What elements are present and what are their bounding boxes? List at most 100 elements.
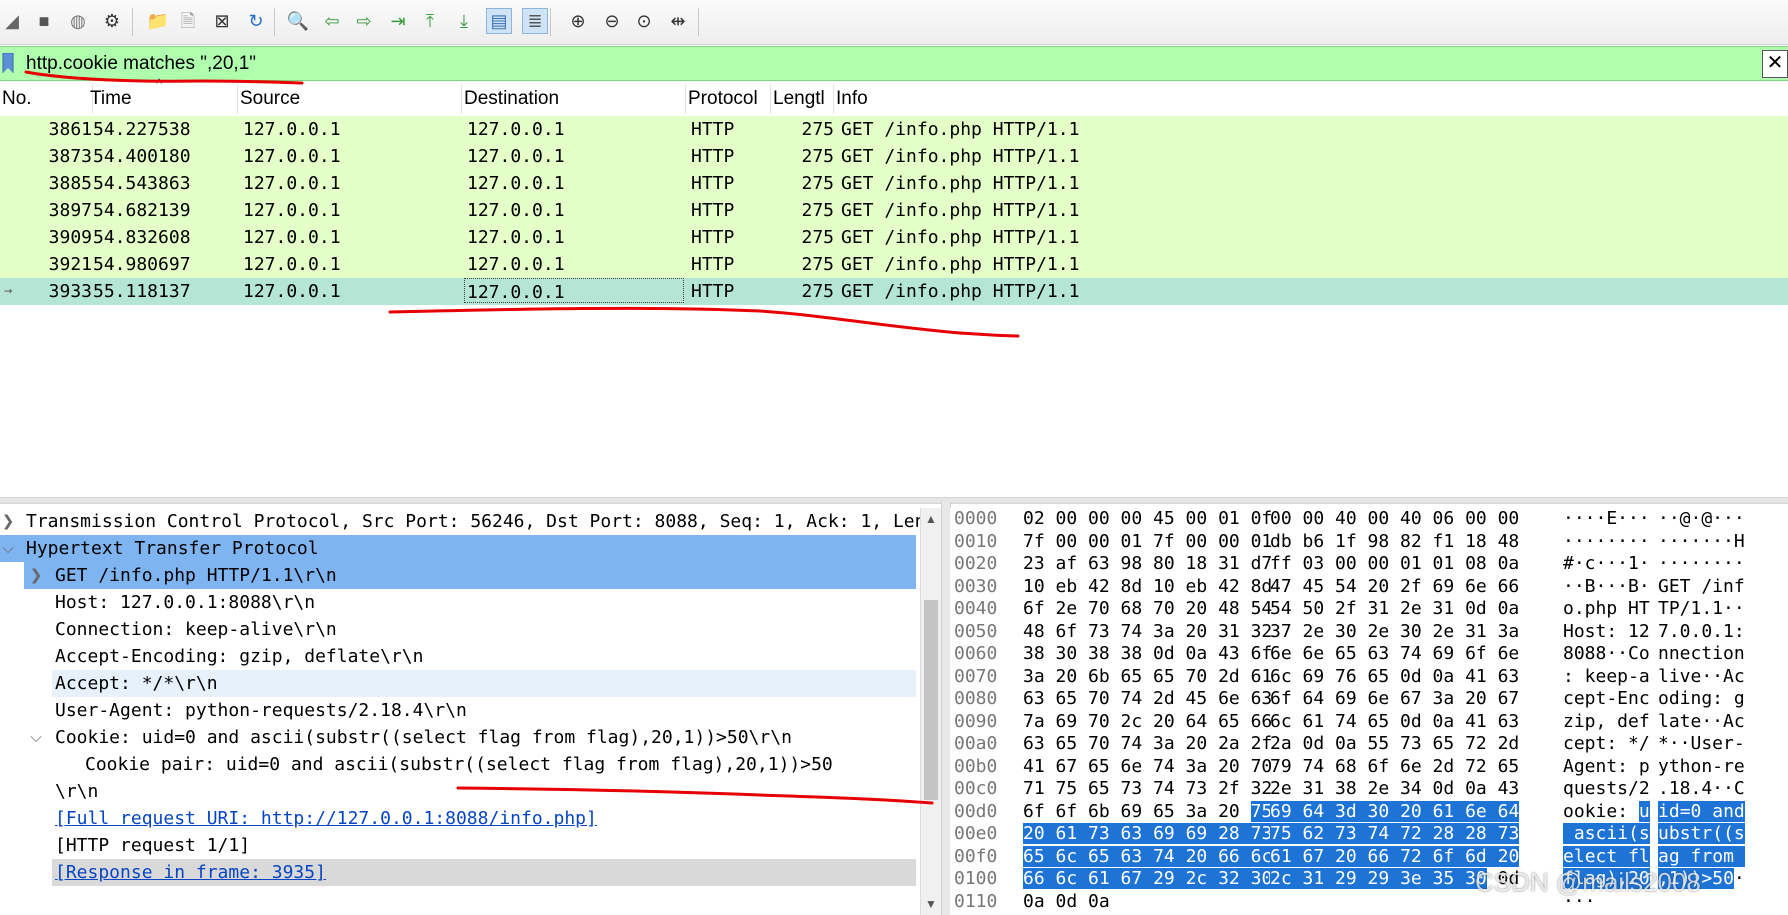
ascii-bytes[interactable]: .18.4··C xyxy=(1658,778,1745,801)
hex-dump-row[interactable]: 00a0 63 65 70 74 3a 20 2a 2f 2a 0d 0a 55 7… xyxy=(950,733,1788,756)
ascii-bytes[interactable]: live··Ac xyxy=(1658,666,1745,689)
ascii-bytes[interactable]: late··Ac xyxy=(1658,711,1745,734)
packet-row[interactable]: 3873 54.400180 127.0.0.1 127.0.0.1 HTTP 275 GE… xyxy=(0,143,1788,170)
open-folder-icon[interactable]: 📁 xyxy=(146,9,170,33)
tree-item-tcp[interactable]: Transmission Control Protocol, Src Port:… xyxy=(26,508,925,535)
forward-arrow-icon[interactable]: ⇨ xyxy=(352,9,376,33)
ascii-bytes[interactable]: *··User- xyxy=(1658,733,1745,756)
column-header-protocol[interactable]: Protocol xyxy=(686,84,771,114)
hex-dump-row[interactable]: 0030 10 eb 42 8d 10 eb 42 8d 47 45 54 20 2… xyxy=(950,576,1788,599)
hex-bytes[interactable]: db b6 1f 98 82 f1 18 48 xyxy=(1270,531,1519,554)
hex-bytes[interactable]: 63 65 70 74 3a 20 2a 2f xyxy=(1023,733,1272,756)
ascii-bytes[interactable]: ubstr((s xyxy=(1658,823,1745,846)
colorize-icon[interactable]: ≣ xyxy=(522,8,548,34)
ascii-bytes[interactable]: ookie: u xyxy=(1563,800,1650,824)
packet-row[interactable]: 3897 54.682139 127.0.0.1 127.0.0.1 HTTP 275 GE… xyxy=(0,197,1788,224)
ascii-bytes[interactable]: Agent: p xyxy=(1563,756,1650,779)
hex-dump-row[interactable]: 00b0 41 67 65 6e 74 3a 20 70 79 74 68 6f 6… xyxy=(950,756,1788,779)
tree-item-request-number[interactable]: [HTTP request 1/1] xyxy=(55,832,250,859)
ascii-bytes[interactable]: ·······H xyxy=(1658,531,1745,554)
hex-dump-row[interactable]: 00f0 65 6c 65 63 74 20 66 6c 61 67 20 66 7… xyxy=(950,845,1788,869)
stop-icon[interactable]: ■ xyxy=(32,9,56,33)
ascii-bytes[interactable]: cept: */ xyxy=(1563,733,1650,756)
column-header-length[interactable]: Lengtl xyxy=(771,84,834,114)
hex-dump-row[interactable]: 0060 38 30 38 38 0d 0a 43 6f 6e 6e 65 63 7… xyxy=(950,643,1788,666)
ascii-bytes[interactable]: cept-Enc xyxy=(1563,688,1650,711)
response-frame-link[interactable]: [Response in frame: 3935] xyxy=(55,859,326,886)
zoom-out-icon[interactable]: ⊖ xyxy=(600,9,624,33)
ascii-bytes[interactable]: : keep-a xyxy=(1563,666,1650,689)
expand-chevron-icon[interactable]: ❯ xyxy=(28,562,44,589)
ascii-bytes[interactable]: #·c···1· xyxy=(1563,553,1650,576)
ascii-bytes[interactable]: 7.0.0.1: xyxy=(1658,621,1745,644)
ascii-bytes[interactable]: TP/1.1·· xyxy=(1658,598,1745,621)
hex-bytes[interactable]: 23 af 63 98 80 18 31 d7 xyxy=(1023,553,1272,576)
hex-dump-row[interactable]: 0070 3a 20 6b 65 65 70 2d 61 6c 69 76 65 0… xyxy=(950,666,1788,689)
hex-bytes[interactable]: 65 6c 65 63 74 20 66 6c xyxy=(1023,845,1273,869)
tree-item-cookie-pair[interactable]: Cookie pair: uid=0 and ascii(substr((sel… xyxy=(85,751,833,778)
tree-item-accept[interactable]: Accept: */*\r\n xyxy=(55,670,218,697)
goto-packet-icon[interactable]: ⇥ xyxy=(386,9,410,33)
ascii-bytes[interactable]: zip, def xyxy=(1563,711,1650,734)
packet-row[interactable]: 3909 54.832608 127.0.0.1 127.0.0.1 HTTP 275 GE… xyxy=(0,224,1788,251)
hex-bytes[interactable]: 3a 20 6b 65 65 70 2d 61 xyxy=(1023,666,1272,689)
ascii-bytes[interactable]: ython-re xyxy=(1658,756,1745,779)
hex-bytes[interactable]: 02 00 00 00 45 00 01 0f xyxy=(1023,508,1272,531)
pane-splitter-horizontal[interactable] xyxy=(0,497,1788,504)
scrollbar-thumb[interactable] xyxy=(924,600,938,800)
ascii-bytes[interactable]: nnection xyxy=(1658,643,1745,666)
hex-dump-row[interactable]: 0080 63 65 70 74 2d 45 6e 63 6f 64 69 6e 6… xyxy=(950,688,1788,711)
collapse-chevron-icon[interactable]: ⌵ xyxy=(0,535,16,562)
packet-row[interactable]: 3921 54.980697 127.0.0.1 127.0.0.1 HTTP 275 GE… xyxy=(0,251,1788,278)
hex-bytes[interactable]: 48 6f 73 74 3a 20 31 32 xyxy=(1023,621,1272,644)
tree-item-connection[interactable]: Connection: keep-alive\r\n xyxy=(55,616,337,643)
ascii-bytes[interactable]: quests/2 xyxy=(1563,778,1650,801)
hex-bytes[interactable]: 2a 0d 0a 55 73 65 72 2d xyxy=(1270,733,1519,756)
ascii-bytes[interactable]: ag from xyxy=(1658,845,1745,869)
hex-bytes[interactable]: 75 62 73 74 72 28 28 73 xyxy=(1270,823,1520,846)
close-file-icon[interactable]: ⊠ xyxy=(210,9,234,33)
hex-dump-row[interactable]: 0050 48 6f 73 74 3a 20 31 32 37 2e 30 2e 3… xyxy=(950,621,1788,644)
hex-dump-row[interactable]: 00c0 71 75 65 73 74 73 2f 32 2e 31 38 2e 3… xyxy=(950,778,1788,801)
hex-bytes[interactable]: 6c 61 74 65 0d 0a 41 63 xyxy=(1270,711,1519,734)
zoom-in-icon[interactable]: ⊕ xyxy=(566,9,590,33)
ascii-bytes[interactable]: GET /inf xyxy=(1658,576,1745,599)
hex-bytes[interactable]: 41 67 65 6e 74 3a 20 70 xyxy=(1023,756,1272,779)
shark-fin-icon[interactable]: ◢ xyxy=(0,9,24,33)
ascii-bytes[interactable]: ··B···B· xyxy=(1563,576,1650,599)
hex-dump-row[interactable]: 0040 6f 2e 70 68 70 20 48 54 54 50 2f 31 2… xyxy=(950,598,1788,621)
hex-bytes[interactable]: 20 61 73 63 69 69 28 73 xyxy=(1023,823,1273,846)
hex-bytes[interactable]: 6f 2e 70 68 70 20 48 54 xyxy=(1023,598,1272,621)
display-filter-input[interactable] xyxy=(22,47,1760,80)
hex-bytes[interactable]: 63 65 70 74 2d 45 6e 63 xyxy=(1023,688,1272,711)
ascii-bytes[interactable]: id=0 and xyxy=(1658,800,1745,824)
last-packet-icon[interactable]: ⤓ xyxy=(452,9,476,33)
ascii-bytes[interactable]: Host: 12 xyxy=(1563,621,1650,644)
ascii-bytes[interactable]: ascii(s xyxy=(1563,823,1650,846)
tree-item-host[interactable]: Host: 127.0.0.1:8088\r\n xyxy=(55,589,315,616)
autoscroll-icon[interactable]: ▤ xyxy=(486,8,512,34)
hex-bytes[interactable]: 10 eb 42 8d 10 eb 42 8d xyxy=(1023,576,1272,599)
ascii-bytes[interactable]: ········ xyxy=(1563,531,1650,554)
hex-dump-row[interactable]: 0010 7f 00 00 01 7f 00 00 01 db b6 1f 98 8… xyxy=(950,531,1788,554)
details-scrollbar[interactable]: ▲ ▼ xyxy=(920,508,941,915)
hex-bytes[interactable]: 79 74 68 6f 6e 2d 72 65 xyxy=(1270,756,1519,779)
back-arrow-icon[interactable]: ⇦ xyxy=(320,9,344,33)
hex-bytes[interactable]: 00 00 40 00 40 06 00 00 xyxy=(1270,508,1519,531)
options-gear-icon[interactable]: ⚙ xyxy=(100,9,124,33)
hex-dump-row[interactable]: 0020 23 af 63 98 80 18 31 d7 ff 03 00 00 0… xyxy=(950,553,1788,576)
column-header-info[interactable]: Info xyxy=(834,84,1788,114)
hex-bytes[interactable]: 0a 0d 0a xyxy=(1023,891,1110,914)
packet-row[interactable]: 3861 54.227538 127.0.0.1 127.0.0.1 HTTP 275 GE… xyxy=(0,116,1788,143)
scroll-down-icon[interactable]: ▼ xyxy=(921,897,941,911)
hex-bytes[interactable]: 71 75 65 73 74 73 2f 32 xyxy=(1023,778,1272,801)
expand-chevron-icon[interactable]: ❯ xyxy=(0,508,16,535)
collapse-chevron-icon[interactable]: ⌵ xyxy=(28,724,44,751)
ascii-bytes[interactable]: ··@·@··· xyxy=(1658,508,1745,531)
hex-bytes[interactable]: 6f 64 69 6e 67 3a 20 67 xyxy=(1270,688,1519,711)
reload-icon[interactable]: ↻ xyxy=(244,9,268,33)
packet-row[interactable]: 3885 54.543863 127.0.0.1 127.0.0.1 HTTP 275 GE… xyxy=(0,170,1788,197)
ascii-bytes[interactable]: 8088··Co xyxy=(1563,643,1650,666)
hex-dump-row[interactable]: 00e0 20 61 73 63 69 69 28 73 75 62 73 74 7… xyxy=(950,823,1788,846)
ascii-bytes[interactable]: elect fl xyxy=(1563,845,1650,869)
